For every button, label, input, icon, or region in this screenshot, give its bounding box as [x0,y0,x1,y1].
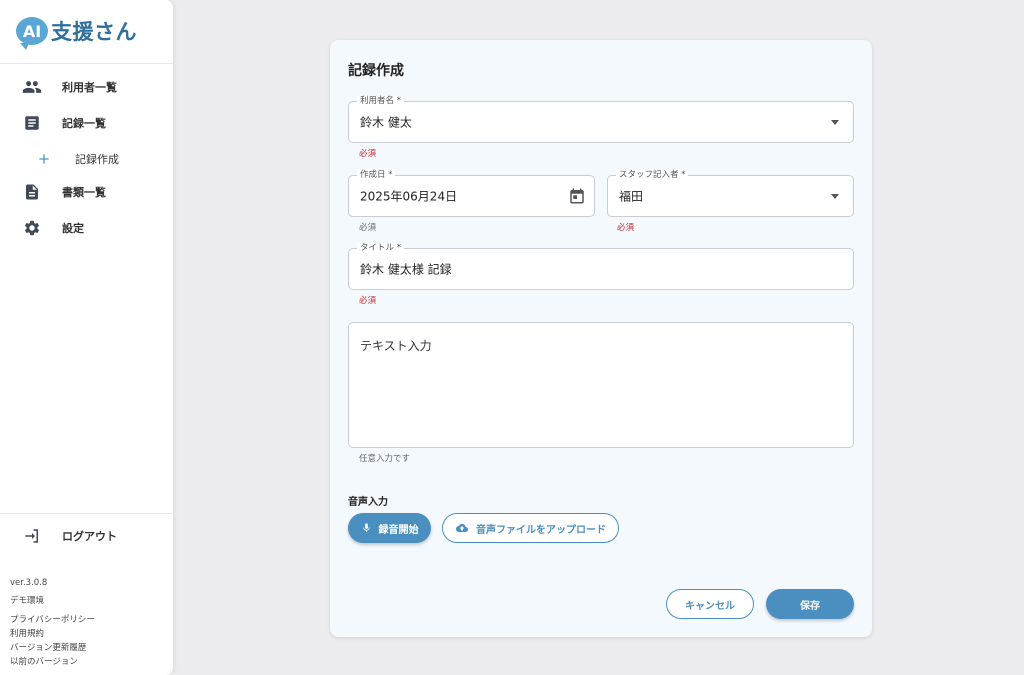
document-icon [22,182,42,202]
cancel-button[interactable]: キャンセル [666,589,754,619]
logout-icon [22,526,42,546]
user-name-label: 利用者名 * [357,96,404,106]
terms-link[interactable]: 利用規約 [10,627,44,639]
cancel-label: キャンセル [685,600,735,612]
sidebar-item-label: 書類一覧 [62,186,106,199]
sidebar-divider [0,63,173,64]
record-start-button[interactable]: 録音開始 [348,513,431,543]
staff-helper: 必須 [617,223,635,233]
changelog-link[interactable]: バージョン更新履歴 [10,641,86,653]
save-button[interactable]: 保存 [766,589,854,619]
sidebar: AI 支援さん 利用者一覧 記録一覧 記録作成 書類一覧 設定 ログアウト ve… [0,0,174,675]
text-input-area[interactable]: テキスト入力 [348,322,854,448]
logout-label: ログアウト [62,530,117,543]
record-form-card: 記録作成 利用者名 * 鈴木 健太 必須 作成日 * 2025年06月24日 必… [330,40,872,637]
user-name-select[interactable]: 利用者名 * 鈴木 健太 [348,96,854,143]
list-icon [22,113,42,133]
created-date-helper: 必須 [359,223,377,233]
text-input-helper: 任意入力です [359,454,411,464]
sidebar-item-label: 記録一覧 [62,117,106,130]
title-label: タイトル * [357,243,404,253]
created-date-label: 作成日 * [357,170,396,180]
chevron-down-icon [831,194,839,199]
save-label: 保存 [800,600,820,612]
sidebar-item-users[interactable]: 利用者一覧 [0,74,174,100]
environment-text: デモ環境 [10,596,45,606]
title-field[interactable]: タイトル * 鈴木 健太様 記録 [348,243,854,290]
cloud-upload-icon [455,522,469,534]
sidebar-item-create-record[interactable]: 記録作成 [0,146,174,172]
chevron-down-icon [831,120,839,125]
sidebar-item-label: 記録作成 [75,153,119,166]
app-logo[interactable]: AI 支援さん [16,14,137,50]
plus-icon [34,149,54,169]
page-title: 記録作成 [348,63,404,79]
staff-label: スタッフ記入者 * [616,170,689,180]
created-date-value: 2025年06月24日 [360,189,458,204]
microphone-icon [361,522,372,534]
sidebar-item-label: 設定 [62,222,84,235]
sidebar-item-records[interactable]: 記録一覧 [0,110,174,136]
upload-audio-label: 音声ファイルをアップロード [476,524,606,536]
text-input-placeholder: テキスト入力 [360,339,432,353]
user-name-value: 鈴木 健太 [360,115,412,130]
previous-version-link[interactable]: 以前のバージョン [10,655,78,667]
version-text: ver.3.0.8 [10,578,48,588]
title-value: 鈴木 健太様 記録 [360,262,452,277]
sidebar-item-documents[interactable]: 書類一覧 [0,179,174,205]
gear-icon [22,218,42,238]
calendar-icon[interactable] [568,187,586,205]
logout-button[interactable]: ログアウト [0,523,174,549]
record-start-label: 録音開始 [378,524,419,536]
sidebar-item-label: 利用者一覧 [62,81,117,94]
created-date-field[interactable]: 作成日 * 2025年06月24日 [348,170,595,217]
upload-audio-button[interactable]: 音声ファイルをアップロード [442,513,619,543]
user-name-helper: 必須 [359,149,377,159]
sidebar-item-settings[interactable]: 設定 [0,215,174,241]
sidebar-divider [0,513,173,514]
staff-value: 福田 [619,189,644,204]
privacy-policy-link[interactable]: プライバシーポリシー [10,613,95,625]
title-helper: 必須 [359,296,377,306]
logo-badge: AI [16,17,48,50]
logo-text: 支援さん [51,20,137,44]
people-icon [22,77,42,97]
voice-input-label: 音声入力 [348,497,388,508]
staff-select[interactable]: スタッフ記入者 * 福田 [607,170,854,217]
